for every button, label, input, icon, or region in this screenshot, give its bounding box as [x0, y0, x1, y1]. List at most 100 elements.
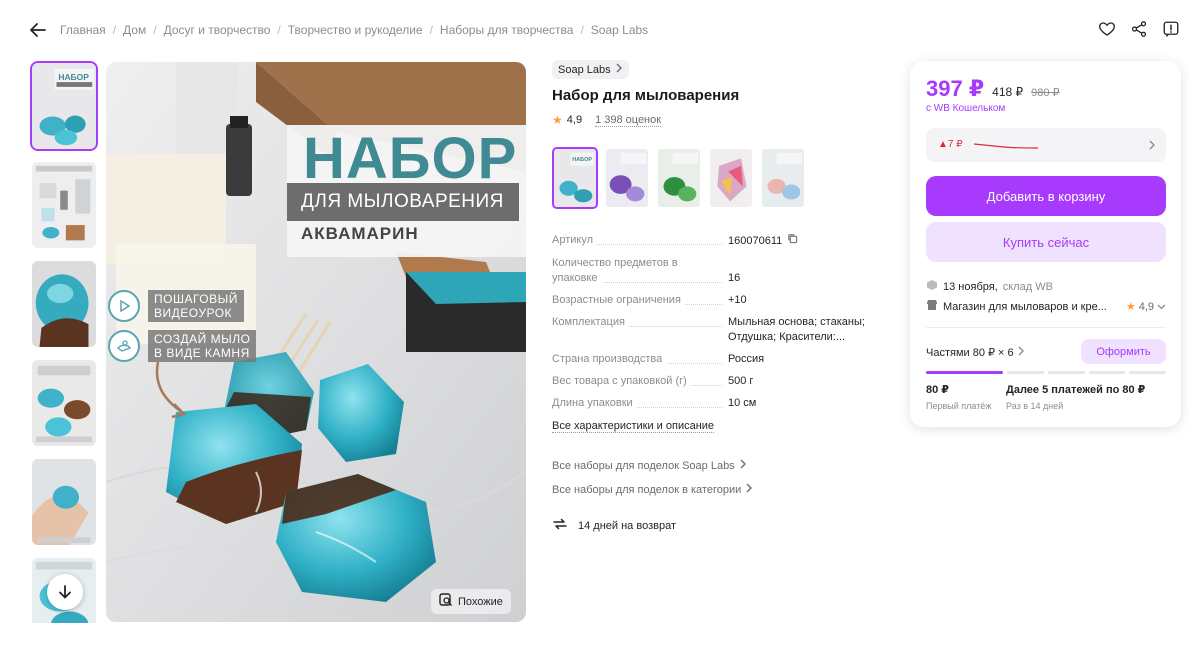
- spec-label: Страна производства: [552, 353, 667, 365]
- color-variants: НАБОР: [552, 147, 892, 209]
- spec-value-article: 160070611: [728, 234, 783, 247]
- delivery-info: 13 ноября, склад WB: [926, 279, 1053, 294]
- price-old: 980 ₽: [1031, 87, 1060, 99]
- spec-value: Мыльная основа; стаканы; Отдушка; Красит…: [728, 316, 865, 343]
- installments-link[interactable]: Частями 80 ₽ × 6: [926, 346, 1025, 359]
- brand-link[interactable]: Soap Labs: [552, 60, 629, 79]
- thumbnail-1[interactable]: НАБОР: [30, 61, 98, 151]
- color-variant-emerald[interactable]: [656, 147, 702, 209]
- return-policy: 14 дней на возврат: [552, 516, 892, 535]
- spec-label: Артикул: [552, 234, 598, 246]
- reviews-link[interactable]: 1 398 оценок: [595, 114, 662, 127]
- arrow-left-icon[interactable]: [28, 20, 48, 40]
- wallet-note: с WB Кошельком: [926, 103, 1006, 114]
- top-bar: Главная / Дом / Досуг и творчество / Творче…: [0, 0, 1200, 60]
- installments-progress: [926, 371, 1166, 374]
- product-info: Soap Labs Набор для мыловарения ★ 4,9 1 …: [552, 60, 892, 535]
- first-payment-amount: 80 ₽: [926, 384, 949, 396]
- chevron-right-icon: [615, 63, 623, 76]
- breadcrumb: Главная / Дом / Досуг и творчество / Творче…: [60, 23, 649, 37]
- seller-info[interactable]: Магазин для мыловаров и кре... ★ 4,9: [926, 299, 1166, 314]
- star-icon: ★: [1125, 301, 1136, 313]
- breadcrumb-item-brand[interactable]: Soap Labs: [591, 23, 648, 37]
- spec-value: +10: [728, 294, 747, 306]
- color-variant-aquamarine[interactable]: НАБОР: [552, 147, 598, 209]
- spec-value: Россия: [728, 353, 765, 365]
- thumbnail-5[interactable]: [30, 457, 98, 547]
- breadcrumb-item-leisure[interactable]: Досуг и творчество: [164, 23, 271, 37]
- video-badge-text: ПОШАГОВЫЙ ВИДЕОУРОК: [148, 290, 244, 322]
- chevron-right-icon: [739, 459, 747, 472]
- spec-label: Вес товара с упаковкой (г): [552, 375, 691, 387]
- price-history[interactable]: ▲7 ₽: [926, 128, 1166, 162]
- chevron-right-icon: [1017, 346, 1025, 359]
- divider: [926, 327, 1166, 328]
- spec-row: Количество предметов в упаковке 16: [552, 256, 882, 286]
- spec-value: 10 см: [728, 397, 757, 409]
- brand-name: Soap Labs: [558, 63, 611, 76]
- spec-value: 16: [728, 272, 741, 284]
- brand-sets-label: Все наборы для поделок Soap Labs: [552, 459, 735, 472]
- delivery-date: 13 ноября,: [943, 280, 998, 293]
- breadcrumb-item-house[interactable]: Дом: [123, 23, 146, 37]
- breadcrumb-item-home[interactable]: Главная: [60, 23, 106, 37]
- thumbnail-4[interactable]: [30, 358, 98, 448]
- color-variant-amethyst[interactable]: [604, 147, 650, 209]
- price-trend-line: [974, 143, 1038, 149]
- similar-label: Похожие: [458, 595, 503, 608]
- video-badge: ПОШАГОВЫЙ ВИДЕОУРОК: [108, 290, 244, 322]
- share-icon[interactable]: [1128, 18, 1150, 40]
- thumbnail-2[interactable]: [30, 160, 98, 250]
- similar-button[interactable]: Похожие: [431, 589, 511, 614]
- first-payment-note: Первый платёж: [926, 401, 992, 411]
- price-regular: 418 ₽: [992, 85, 1024, 99]
- image-variant: АКВАМАРИН: [301, 224, 419, 243]
- installments-label: Частями 80 ₽ × 6: [926, 347, 1014, 359]
- breadcrumb-item-crafts[interactable]: Творчество и рукоделие: [288, 23, 423, 37]
- product-rating: ★ 4,9 1 398 оценок: [552, 113, 892, 127]
- shop-rating: 4,9: [1138, 300, 1154, 313]
- next-payments-note: Раз в 14 дней: [1006, 401, 1064, 411]
- color-variant-rose[interactable]: [708, 147, 754, 209]
- stone-badge-text: СОЗДАЙ МЫЛО В ВИДЕ КАМНЯ: [148, 330, 257, 362]
- delivery-from: склад WB: [1002, 280, 1053, 293]
- return-label: 14 дней на возврат: [578, 519, 676, 532]
- price-wallet: 397 ₽: [926, 76, 985, 101]
- image-subtitle: ДЛЯ МЫЛОВАРЕНИЯ: [301, 191, 504, 212]
- all-specs-link[interactable]: Все характеристики и описание: [552, 420, 715, 433]
- svg-text:НАБОР: НАБОР: [572, 157, 592, 163]
- thumbnail-3[interactable]: [30, 259, 98, 349]
- spec-label: Количество предметов в упаковке: [552, 257, 678, 284]
- breadcrumb-item-kits[interactable]: Наборы для творчества: [440, 23, 574, 37]
- spec-label: Возрастные ограничения: [552, 294, 685, 306]
- stone-badge: СОЗДАЙ МЫЛО В ВИДЕ КАМНЯ: [108, 330, 257, 362]
- add-to-cart-button[interactable]: Добавить в корзину: [926, 176, 1166, 216]
- chevron-down-icon: [1157, 301, 1166, 313]
- star-icon: ★: [552, 113, 563, 127]
- svg-text:НАБОР: НАБОР: [58, 72, 89, 82]
- buy-now-button[interactable]: Купить сейчас: [926, 222, 1166, 262]
- heart-icon[interactable]: [1096, 18, 1118, 40]
- category-sets-label: Все наборы для поделок в категории: [552, 483, 742, 496]
- next-payments-amount: Далее 5 платежей по 80 ₽: [1006, 384, 1146, 396]
- spec-label: Комплектация: [552, 316, 629, 328]
- spec-label: Длина упаковки: [552, 397, 637, 409]
- play-icon: [108, 290, 140, 322]
- report-icon[interactable]: [1160, 18, 1182, 40]
- hand-icon: [108, 330, 140, 362]
- category-sets-link[interactable]: Все наборы для поделок в категории: [552, 483, 892, 496]
- color-variant-pastel[interactable]: [760, 147, 806, 209]
- image-title: НАБОР: [303, 126, 518, 191]
- copy-icon[interactable]: [787, 233, 798, 249]
- similar-search-icon: [439, 593, 453, 610]
- spec-row: Длина упаковки 10 см: [552, 396, 882, 411]
- product-title: Набор для мыловарения: [552, 87, 740, 104]
- arrow-down-icon[interactable]: [47, 574, 83, 610]
- next-payments: Далее 5 платежей по 80 ₽ Раз в 14 дней: [1006, 383, 1145, 411]
- shop-icon: [926, 299, 938, 314]
- box-icon: [926, 279, 938, 294]
- order-installments-button[interactable]: Оформить: [1081, 339, 1166, 364]
- first-payment: 80 ₽ Первый платёж: [926, 383, 991, 411]
- spec-row: Вес товара с упаковкой (г) 500 г: [552, 374, 882, 389]
- brand-sets-link[interactable]: Все наборы для поделок Soap Labs: [552, 459, 892, 472]
